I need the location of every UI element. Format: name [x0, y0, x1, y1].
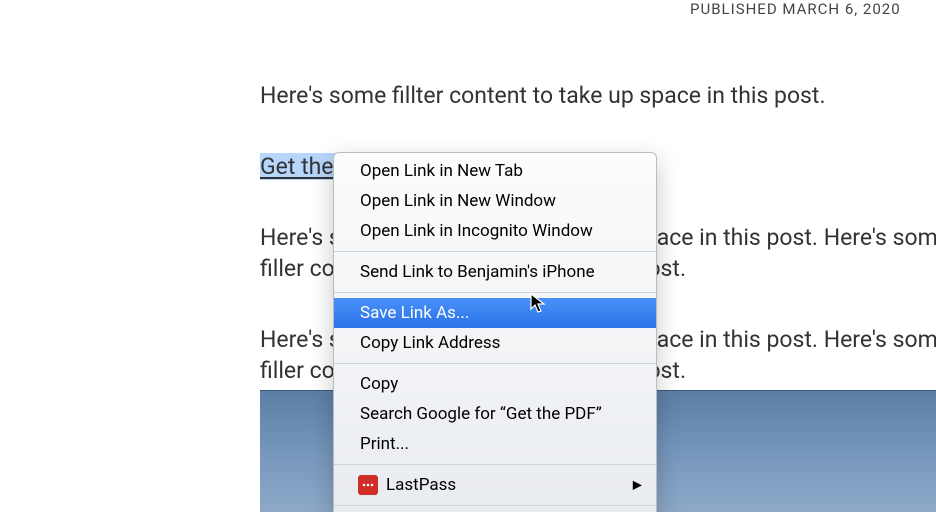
submenu-arrow-icon: ▶ — [633, 478, 642, 492]
menu-separator — [334, 292, 656, 293]
menu-save-link-as[interactable]: Save Link As... — [334, 298, 656, 328]
link-text-selected: Get the — [260, 153, 339, 180]
menu-search-google[interactable]: Search Google for “Get the PDF” — [334, 399, 656, 429]
menu-send-link[interactable]: Send Link to Benjamin's iPhone — [334, 257, 656, 287]
menu-open-link-new-tab[interactable]: Open Link in New Tab — [334, 153, 656, 186]
lastpass-icon — [358, 475, 378, 495]
context-menu: Open Link in New Tab Open Link in New Wi… — [333, 152, 657, 512]
page-root: PUBLISHED MARCH 6, 2020 Here's some fill… — [0, 0, 936, 512]
menu-lastpass[interactable]: LastPass ▶ — [334, 470, 656, 500]
menu-copy[interactable]: Copy — [334, 369, 656, 399]
menu-separator — [334, 505, 656, 506]
published-date: PUBLISHED MARCH 6, 2020 — [690, 0, 901, 18]
menu-open-link-incognito[interactable]: Open Link in Incognito Window — [334, 216, 656, 246]
menu-open-link-new-window[interactable]: Open Link in New Window — [334, 186, 656, 216]
menu-print[interactable]: Print... — [334, 429, 656, 459]
menu-separator — [334, 251, 656, 252]
menu-separator — [334, 363, 656, 364]
menu-copy-link-address[interactable]: Copy Link Address — [334, 328, 656, 358]
menu-separator — [334, 464, 656, 465]
intro-paragraph: Here's some fillter content to take up s… — [260, 80, 936, 111]
menu-lastpass-label: LastPass — [386, 475, 456, 495]
